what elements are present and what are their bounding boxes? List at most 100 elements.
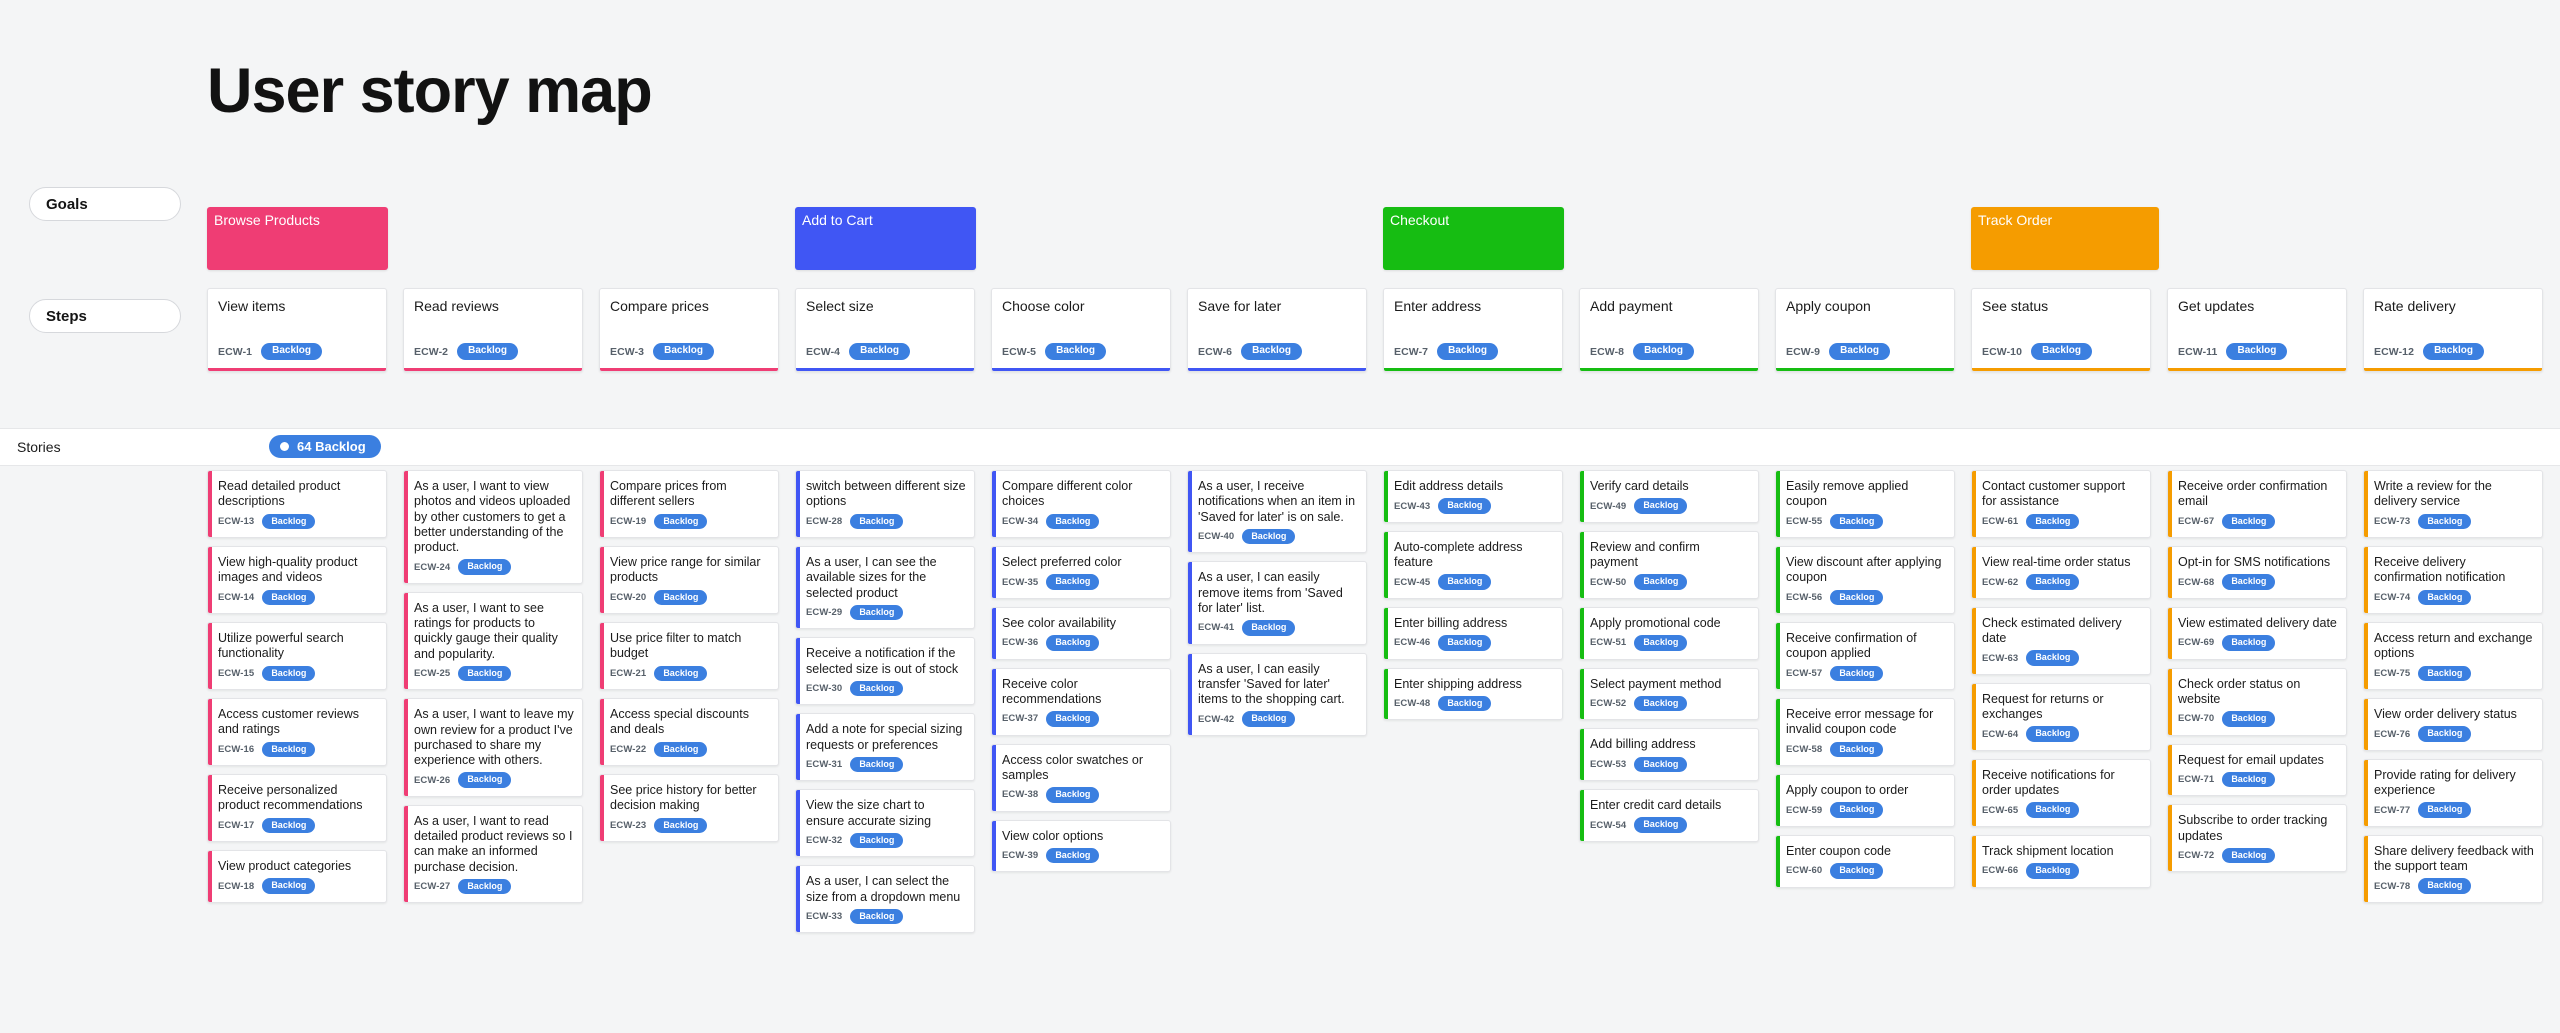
story-card[interactable]: Receive delivery confirmation notificati… xyxy=(2363,546,2543,614)
story-card[interactable]: As a user, I can see the available sizes… xyxy=(795,546,975,630)
story-card[interactable]: As a user, I want to read detailed produ… xyxy=(403,804,583,904)
story-card[interactable]: Receive confirmation of coupon applied EC… xyxy=(1775,622,1955,690)
status-chip[interactable]: Backlog xyxy=(2418,878,2472,894)
step-card[interactable]: Get updates ECW-11 Backlog xyxy=(2167,288,2347,372)
goal-card[interactable]: Add to Cart xyxy=(795,207,976,270)
status-chip[interactable]: Backlog xyxy=(1242,711,1296,727)
story-card[interactable]: Utilize powerful search functionality ECW… xyxy=(207,622,387,690)
status-chip[interactable]: Backlog xyxy=(1438,695,1492,712)
status-chip[interactable]: Backlog xyxy=(1830,665,1884,681)
story-card[interactable]: Access return and exchange options ECW-75… xyxy=(2363,622,2543,690)
status-chip[interactable]: Backlog xyxy=(1046,574,1100,590)
story-card[interactable]: As a user, I receive notifications when … xyxy=(1187,470,1367,554)
story-card[interactable]: Verify card details ECW-49 Backlog xyxy=(1579,470,1759,523)
status-chip[interactable]: Backlog xyxy=(1830,741,1884,757)
story-card[interactable]: See color availability ECW-36 Backlog xyxy=(991,606,1171,660)
status-chip[interactable]: Backlog xyxy=(654,513,708,529)
status-chip[interactable]: Backlog xyxy=(457,343,519,360)
story-card[interactable]: Apply coupon to order ECW-59 Backlog xyxy=(1775,774,1955,827)
status-chip[interactable]: Backlog xyxy=(458,559,512,575)
status-chip[interactable]: Backlog xyxy=(2026,802,2080,818)
status-chip[interactable]: Backlog xyxy=(1242,528,1296,545)
step-card[interactable]: Read reviews ECW-2 Backlog xyxy=(403,288,583,372)
status-chip[interactable]: Backlog xyxy=(1634,695,1688,712)
step-card[interactable]: Enter address ECW-7 Backlog xyxy=(1383,288,1563,372)
story-card[interactable]: View the size chart to ensure accurate s… xyxy=(795,789,975,858)
story-card[interactable]: As a user, I can easily remove items fro… xyxy=(1187,561,1367,645)
story-card[interactable]: Edit address details ECW-43 Backlog xyxy=(1383,470,1563,523)
status-chip[interactable]: Backlog xyxy=(1438,574,1492,590)
story-card[interactable]: As a user, I want to see ratings for pro… xyxy=(403,591,583,691)
step-card[interactable]: Select size ECW-4 Backlog xyxy=(795,288,975,372)
status-chip[interactable]: Backlog xyxy=(1634,817,1688,833)
status-chip[interactable]: Backlog xyxy=(850,908,904,925)
status-chip[interactable]: Backlog xyxy=(2026,863,2080,879)
story-card[interactable]: Access special discounts and deals ECW-22… xyxy=(599,698,779,766)
status-chip[interactable]: Backlog xyxy=(654,589,708,605)
story-card[interactable]: Share delivery feedback with the support… xyxy=(2363,834,2543,903)
story-card[interactable]: Easily remove applied coupon ECW-55 Backlo… xyxy=(1775,470,1955,538)
status-chip[interactable]: Backlog xyxy=(653,343,715,360)
status-chip[interactable]: Backlog xyxy=(1634,574,1688,590)
story-card[interactable]: Select payment method ECW-52 Backlog xyxy=(1579,667,1759,721)
status-chip[interactable]: Backlog xyxy=(2222,771,2276,788)
story-card[interactable]: Enter coupon code ECW-60 Backlog xyxy=(1775,834,1955,888)
status-chip[interactable]: Backlog xyxy=(1438,635,1492,651)
status-chip[interactable]: Backlog xyxy=(849,343,911,360)
status-chip[interactable]: Backlog xyxy=(261,343,323,360)
story-card[interactable]: switch between different size options ECW… xyxy=(795,470,975,538)
status-chip[interactable]: Backlog xyxy=(2418,589,2472,605)
story-card[interactable]: Subscribe to order tracking updates ECW-7… xyxy=(2167,804,2347,873)
story-card[interactable]: View real-time order status ECW-62 Backlog xyxy=(1971,546,2151,599)
status-chip[interactable]: Backlog xyxy=(2418,726,2472,742)
status-chip[interactable]: Backlog xyxy=(262,817,316,833)
status-chip[interactable]: Backlog xyxy=(1046,847,1100,864)
story-card[interactable]: Receive color recommendations ECW-37 Backl… xyxy=(991,667,1171,736)
status-chip[interactable]: Backlog xyxy=(458,878,512,895)
story-card[interactable]: Enter credit card details ECW-54 Backlog xyxy=(1579,789,1759,842)
status-chip[interactable]: Backlog xyxy=(2222,513,2276,529)
status-chip[interactable]: Backlog xyxy=(1046,787,1100,803)
story-card[interactable]: Access color swatches or samples ECW-38 Ba… xyxy=(991,743,1171,812)
status-chip[interactable]: Backlog xyxy=(1830,863,1884,879)
step-card[interactable]: Add payment ECW-8 Backlog xyxy=(1579,288,1759,372)
story-card[interactable]: Receive order confirmation email ECW-67 Ba… xyxy=(2167,470,2347,538)
goal-card[interactable]: Checkout xyxy=(1383,207,1564,270)
story-card[interactable]: Compare prices from different sellers ECW… xyxy=(599,470,779,538)
status-chip[interactable]: Backlog xyxy=(1634,756,1688,772)
status-chip[interactable]: Backlog xyxy=(1437,343,1499,360)
status-chip[interactable]: Backlog xyxy=(2222,847,2276,864)
story-card[interactable]: As a user, I want to leave my own review… xyxy=(403,698,583,797)
story-card[interactable]: Read detailed product descriptions ECW-13… xyxy=(207,470,387,538)
story-card[interactable]: View price range for similar products ECW… xyxy=(599,546,779,614)
step-card[interactable]: Rate delivery ECW-12 Backlog xyxy=(2363,288,2543,372)
step-card[interactable]: Compare prices ECW-3 Backlog xyxy=(599,288,779,372)
story-card[interactable]: Apply promotional code ECW-51 Backlog xyxy=(1579,606,1759,660)
status-chip[interactable]: Backlog xyxy=(458,665,512,682)
step-card[interactable]: Save for later ECW-6 Backlog xyxy=(1187,288,1367,372)
story-card[interactable]: See price history for better decision ma… xyxy=(599,774,779,842)
status-chip[interactable]: Backlog xyxy=(2418,802,2472,818)
status-chip[interactable]: Backlog xyxy=(1046,635,1100,651)
status-chip[interactable]: Backlog xyxy=(2026,513,2080,529)
story-card[interactable]: Review and confirm payment ECW-50 Backlog xyxy=(1579,530,1759,599)
step-card[interactable]: Apply coupon ECW-9 Backlog xyxy=(1775,288,1955,372)
status-chip[interactable]: Backlog xyxy=(1241,343,1303,360)
status-chip[interactable]: Backlog xyxy=(1045,343,1107,360)
status-chip[interactable]: Backlog xyxy=(1829,343,1891,360)
story-card[interactable]: Receive personalized product recommendat… xyxy=(207,774,387,842)
story-card[interactable]: Add billing address ECW-53 Backlog xyxy=(1579,728,1759,781)
story-card[interactable]: Track shipment location ECW-66 Backlog xyxy=(1971,834,2151,888)
story-card[interactable]: As a user, I want to view photos and vid… xyxy=(403,470,583,584)
step-card[interactable]: Choose color ECW-5 Backlog xyxy=(991,288,1171,372)
status-chip[interactable]: Backlog xyxy=(1633,343,1695,360)
status-chip[interactable]: Backlog xyxy=(850,513,904,529)
status-chip[interactable]: Backlog xyxy=(2418,665,2472,681)
status-chip[interactable]: Backlog xyxy=(654,817,708,833)
status-chip[interactable]: Backlog xyxy=(850,680,904,697)
status-chip[interactable]: Backlog xyxy=(850,832,904,849)
status-chip[interactable]: Backlog xyxy=(2031,343,2092,360)
status-chip[interactable]: Backlog xyxy=(1046,513,1100,529)
status-chip[interactable]: Backlog xyxy=(262,741,316,757)
story-card[interactable]: Check estimated delivery date ECW-63 Backl… xyxy=(1971,606,2151,675)
